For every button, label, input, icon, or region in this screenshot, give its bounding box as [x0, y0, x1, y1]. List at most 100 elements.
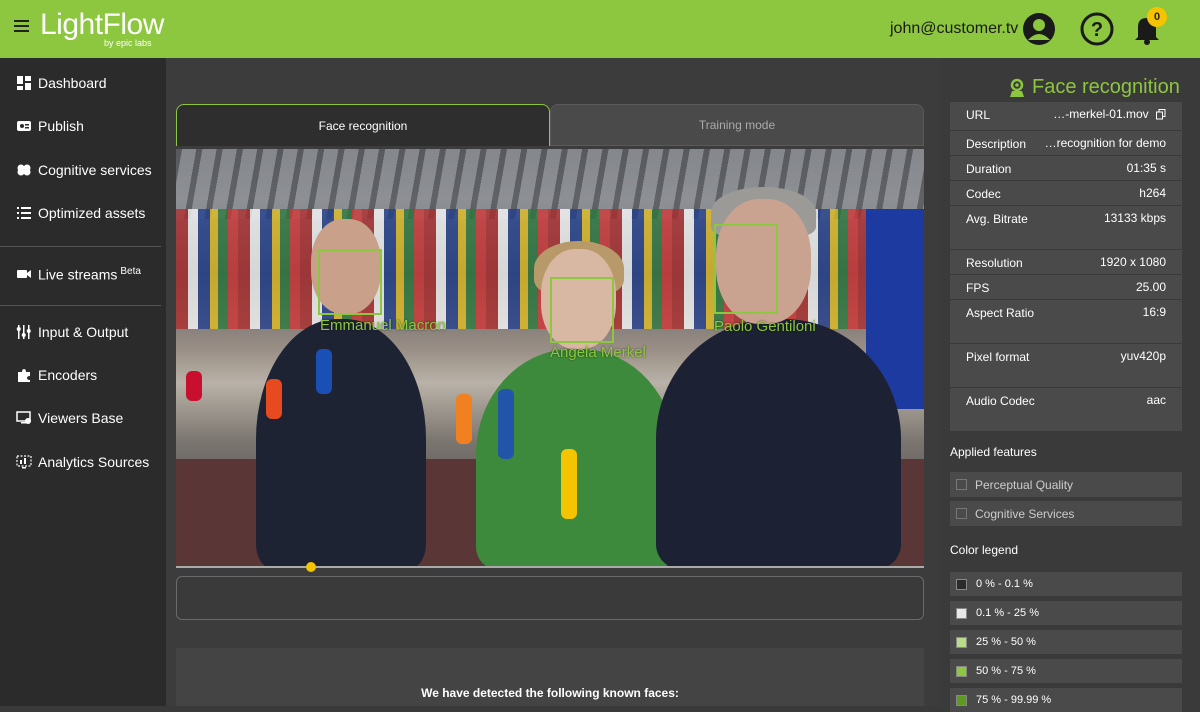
panel-title: Face recognition [1006, 76, 1180, 99]
sidebar-item-optimized-assets[interactable]: Optimized assets [0, 198, 166, 228]
menu-icon[interactable] [14, 20, 29, 32]
legend-item: 25 % - 50 % [950, 630, 1182, 654]
property-label: Duration [966, 162, 1012, 176]
copy-icon[interactable] [1156, 109, 1166, 120]
detected-faces-heading: We have detected the following known fac… [421, 686, 679, 700]
property-label: Pixel format [966, 350, 1030, 364]
sidebar-item-label: Dashboard [38, 75, 107, 91]
legend-label: 75 % - 99.99 % [976, 694, 1052, 706]
property-value: 01:35 s [1126, 161, 1166, 175]
sidebar-item-dashboard[interactable]: Dashboard [0, 68, 166, 98]
sidebar-item-label: Input & Output [38, 324, 129, 340]
face-box [550, 277, 614, 343]
user-email[interactable]: john@customer.tv [890, 20, 1018, 38]
feature-label: Cognitive Services [975, 506, 1075, 521]
feature-checkbox[interactable] [956, 479, 967, 490]
face-recognition-icon [1010, 78, 1024, 97]
sidebar-item-label: Optimized assets [38, 205, 146, 221]
property-row-resolution: Resolution 1920 x 1080 [950, 250, 1182, 274]
video-progress-handle[interactable] [305, 562, 316, 572]
property-value: 16:9 [1142, 305, 1166, 319]
video-camera-icon [17, 270, 31, 278]
help-icon[interactable]: ? [1080, 12, 1114, 46]
property-row-aspect-ratio: Aspect Ratio 16:9 [950, 300, 1182, 343]
sidebar-item-analytics-sources[interactable]: Analytics Sources [0, 447, 166, 477]
legend-item: 50 % - 75 % [950, 659, 1182, 683]
sidebar-item-encoders[interactable]: Encoders [0, 360, 166, 390]
property-value: …-merkel-01.mov [1053, 107, 1166, 121]
svg-text:?: ? [1091, 19, 1103, 41]
sidebar-item-input-output[interactable]: Input & Output [0, 317, 166, 347]
legend-label: 50 % - 75 % [976, 665, 1036, 677]
feature-perceptual-quality[interactable]: Perceptual Quality [950, 472, 1182, 497]
main-content: Face recognition Training mode Emmanuel … [166, 58, 940, 706]
sidebar-item-label: Cognitive services [38, 162, 152, 178]
person-body [656, 319, 901, 567]
sidebar-item-live-streams[interactable]: Live streams Beta [0, 259, 166, 289]
sidebar-item-label: Viewers Base [38, 410, 124, 426]
sidebar-item-cognitive-services[interactable]: Cognitive services [0, 155, 166, 185]
property-row-audio-codec: Audio Codec aac [950, 388, 1182, 431]
microphone [316, 349, 332, 394]
property-value: 25.00 [1135, 280, 1166, 294]
list-icon [17, 207, 31, 219]
info-panel: Face recognition URL …-merkel-01.mov Des… [940, 58, 1200, 712]
property-row-codec: Codec h264 [950, 181, 1182, 205]
property-row-duration: Duration 01:35 s [950, 156, 1182, 180]
property-label: Codec [966, 187, 1001, 201]
legend-swatch [956, 607, 967, 619]
sidebar-item-publish[interactable]: Publish [0, 111, 166, 141]
analytics-icon [16, 455, 32, 469]
property-value: 13133 kbps [1103, 211, 1166, 225]
property-value: 1920 x 1080 [1099, 255, 1166, 269]
sidebar-divider [0, 246, 161, 247]
legend-swatch [956, 665, 967, 677]
sidebar-divider [0, 305, 161, 306]
tab-training-mode[interactable]: Training mode [550, 104, 924, 146]
legend-item: 0 % - 0.1 % [950, 572, 1182, 596]
property-label: Audio Codec [966, 394, 1035, 408]
legend-label: 0 % - 0.1 % [976, 578, 1033, 590]
microphone [186, 371, 202, 401]
color-legend-title: Color legend [950, 543, 1019, 557]
detected-faces-panel: We have detected the following known fac… [176, 648, 924, 706]
sliders-icon [16, 325, 31, 339]
face-label: Paolo Gentiloni [714, 318, 816, 335]
face-label: Emmanuel Macron [320, 317, 446, 334]
microphone [561, 449, 577, 519]
property-label: Resolution [966, 256, 1023, 270]
tab-face-recognition[interactable]: Face recognition [176, 104, 550, 146]
face-box [714, 224, 778, 314]
sidebar: Dashboard Publish Cognitive services Opt… [0, 58, 166, 706]
property-label: Avg. Bitrate [966, 212, 1028, 226]
legend-swatch [956, 578, 967, 590]
top-bar: LightFlow by epic labs john@customer.tv … [0, 0, 1200, 58]
face-label: Angela Merkel [550, 344, 646, 361]
property-value: …recognition for demo [1044, 136, 1166, 150]
microphone [266, 379, 282, 419]
property-row-fps: FPS 25.00 [950, 275, 1182, 299]
property-value: h264 [1139, 186, 1166, 200]
legend-label: 25 % - 50 % [976, 636, 1036, 648]
video-player[interactable]: Emmanuel Macron Angela Merkel Paolo Gent… [176, 149, 924, 567]
sidebar-item-viewers-base[interactable]: Viewers Base [0, 403, 166, 433]
logo[interactable]: LightFlow [40, 8, 164, 42]
property-row-description: Description …recognition for demo [950, 131, 1182, 155]
feature-label: Perceptual Quality [975, 477, 1074, 492]
property-label: Description [966, 137, 1027, 151]
sidebar-item-label: Live streams Beta [38, 265, 141, 283]
person-body [256, 319, 426, 567]
legend-swatch [956, 636, 967, 648]
property-row-pixel-format: Pixel format yuv420p [950, 344, 1182, 387]
property-value: aac [1146, 393, 1166, 407]
face-box [318, 249, 382, 315]
user-avatar-icon[interactable] [1022, 12, 1056, 46]
feature-cognitive-services[interactable]: Cognitive Services [950, 501, 1182, 526]
puzzle-icon [18, 369, 30, 382]
timeline-panel[interactable] [176, 576, 924, 620]
feature-checkbox[interactable] [956, 508, 967, 519]
sidebar-item-label: Analytics Sources [38, 454, 150, 470]
legend-swatch [956, 694, 967, 706]
video-progress-track[interactable] [176, 566, 924, 568]
applied-features-title: Applied features [950, 445, 1037, 459]
